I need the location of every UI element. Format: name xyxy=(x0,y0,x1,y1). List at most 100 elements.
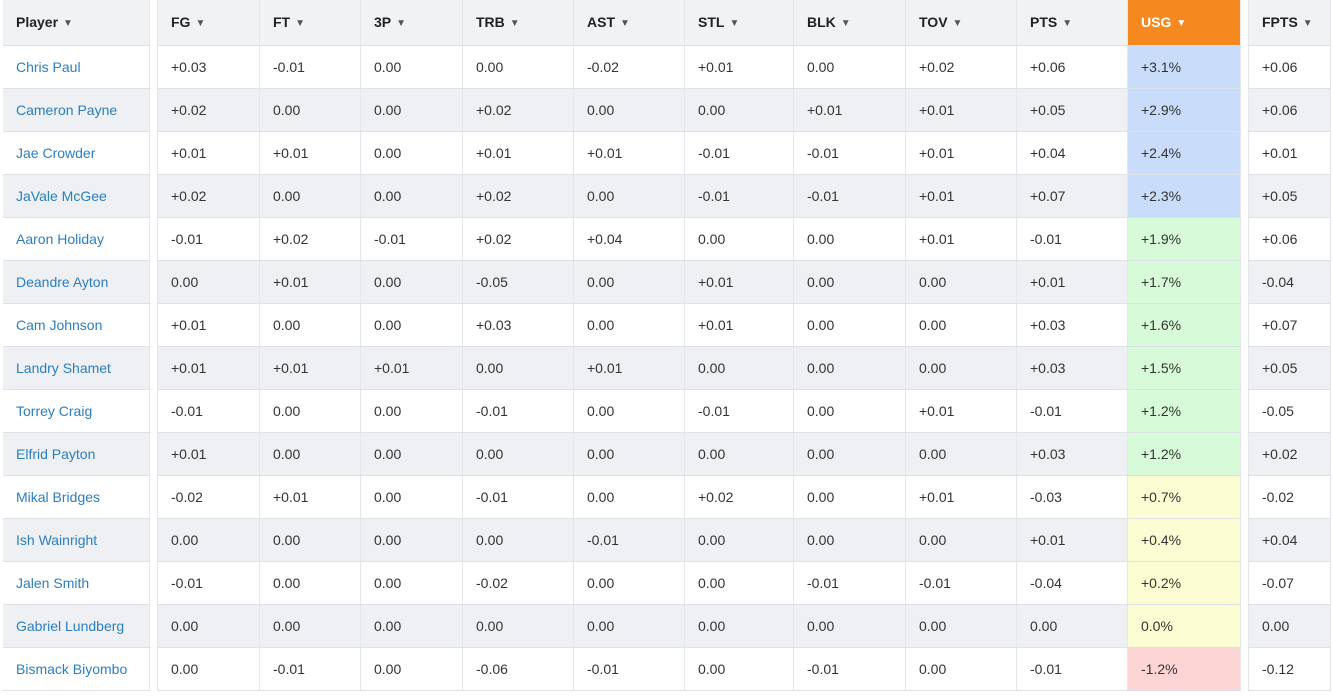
column-header-usg[interactable]: USG ▼ xyxy=(1127,0,1241,46)
column-header-fg[interactable]: FG ▼ xyxy=(157,0,260,46)
blk-cell: 0.00 xyxy=(793,346,906,390)
ft-cell: 0.00 xyxy=(259,174,361,218)
table-row: JaVale McGee xyxy=(3,174,150,218)
pts-cell: +0.01 xyxy=(1016,260,1128,304)
column-header-3p[interactable]: 3P ▼ xyxy=(360,0,463,46)
player-cell: Cam Johnson xyxy=(3,303,150,347)
tov-cell: +0.01 xyxy=(905,131,1017,175)
stl-cell: 0.00 xyxy=(684,518,794,562)
player-name-link[interactable]: Aaron Holiday xyxy=(16,231,104,247)
pts-cell: +0.05 xyxy=(1016,88,1128,132)
ft-cell: -0.01 xyxy=(259,45,361,89)
player-cell: Cameron Payne xyxy=(3,88,150,132)
column-header-tov[interactable]: TOV ▼ xyxy=(905,0,1017,46)
stl-cell: 0.00 xyxy=(684,604,794,648)
stl-cell: -0.01 xyxy=(684,174,794,218)
usg-cell: +1.9% xyxy=(1127,217,1241,261)
column-header-stl[interactable]: STL ▼ xyxy=(684,0,794,46)
usg-cell: 0.0% xyxy=(1127,604,1241,648)
3p-cell: 0.00 xyxy=(360,389,463,433)
table-row: +0.06 xyxy=(1248,88,1331,132)
player-cell: Aaron Holiday xyxy=(3,217,150,261)
blk-cell: 0.00 xyxy=(793,45,906,89)
tov-cell: 0.00 xyxy=(905,346,1017,390)
trb-cell: 0.00 xyxy=(462,45,574,89)
column-header-blk[interactable]: BLK ▼ xyxy=(793,0,906,46)
player-name-link[interactable]: Deandre Ayton xyxy=(16,274,108,290)
table-row: -0.12 xyxy=(1248,647,1331,691)
tov-cell: +0.01 xyxy=(905,88,1017,132)
ft-cell: 0.00 xyxy=(259,88,361,132)
player-name-link[interactable]: Landry Shamet xyxy=(16,360,111,376)
chevron-down-icon: ▼ xyxy=(295,18,306,30)
column-header-player[interactable]: Player ▼ xyxy=(3,0,150,46)
tov-cell: 0.00 xyxy=(905,518,1017,562)
fpts-cell: +0.02 xyxy=(1248,432,1331,476)
ft-cell: +0.02 xyxy=(259,217,361,261)
table-row: +0.06 xyxy=(1248,45,1331,89)
column-header-label: AST xyxy=(587,14,615,31)
player-name-link[interactable]: JaVale McGee xyxy=(16,188,107,204)
trb-cell: 0.00 xyxy=(462,346,574,390)
column-header-label: FT xyxy=(273,14,291,31)
player-name-link[interactable]: Torrey Craig xyxy=(16,403,92,419)
column-header-pts[interactable]: PTS ▼ xyxy=(1016,0,1128,46)
ast-cell: 0.00 xyxy=(573,303,685,347)
trb-cell: -0.02 xyxy=(462,561,574,605)
chevron-down-icon: ▼ xyxy=(396,18,407,30)
player-name-link[interactable]: Jalen Smith xyxy=(16,575,89,591)
usg-cell: +1.7% xyxy=(1127,260,1241,304)
blk-cell: 0.00 xyxy=(793,432,906,476)
player-name-link[interactable]: Cam Johnson xyxy=(16,317,102,333)
player-name-link[interactable]: Gabriel Lundberg xyxy=(16,618,124,634)
stl-cell: +0.01 xyxy=(684,260,794,304)
table-row: Gabriel Lundberg xyxy=(3,604,150,648)
3p-cell: 0.00 xyxy=(360,131,463,175)
player-name-link[interactable]: Mikal Bridges xyxy=(16,489,100,505)
ast-cell: 0.00 xyxy=(573,432,685,476)
pts-cell: +0.03 xyxy=(1016,432,1128,476)
column-header-fpts[interactable]: FPTS ▼ xyxy=(1248,0,1331,46)
column-header-trb[interactable]: TRB ▼ xyxy=(462,0,574,46)
ft-cell: 0.00 xyxy=(259,389,361,433)
player-cell: JaVale McGee xyxy=(3,174,150,218)
player-name-link[interactable]: Bismack Biyombo xyxy=(16,661,127,677)
tov-cell: +0.01 xyxy=(905,475,1017,519)
column-header-ft[interactable]: FT ▼ xyxy=(259,0,361,46)
tov-cell: 0.00 xyxy=(905,604,1017,648)
table-row: +0.01 xyxy=(1248,131,1331,175)
ast-cell: -0.02 xyxy=(573,45,685,89)
table-row: -0.04 xyxy=(1248,260,1331,304)
player-name-link[interactable]: Ish Wainright xyxy=(16,532,97,548)
ast-cell: 0.00 xyxy=(573,561,685,605)
table-row: +0.01 +0.01 +0.01 0.00 +0.01 0.00 0.00 0.00 +0.0… xyxy=(157,346,1241,390)
table-row: +0.01 +0.01 0.00 +0.01 +0.01 -0.01 -0.01 +0.01 +… xyxy=(157,131,1241,175)
ast-cell: +0.01 xyxy=(573,346,685,390)
player-cell: Chris Paul xyxy=(3,45,150,89)
pts-cell: +0.03 xyxy=(1016,346,1128,390)
ft-cell: +0.01 xyxy=(259,131,361,175)
player-name-link[interactable]: Elfrid Payton xyxy=(16,446,95,462)
table-row: +0.01 0.00 0.00 0.00 0.00 0.00 0.00 0.00 +0.03 +1… xyxy=(157,432,1241,476)
table-row: Elfrid Payton xyxy=(3,432,150,476)
player-name-link[interactable]: Cameron Payne xyxy=(16,102,117,118)
table-row: +0.05 xyxy=(1248,346,1331,390)
fg-cell: -0.01 xyxy=(157,217,260,261)
table-row: 0.00 -0.01 0.00 -0.06 -0.01 0.00 -0.01 0.00 -0.0… xyxy=(157,647,1241,691)
player-name-link[interactable]: Jae Crowder xyxy=(16,145,95,161)
player-name-link[interactable]: Chris Paul xyxy=(16,59,81,75)
trb-cell: +0.02 xyxy=(462,88,574,132)
tov-cell: -0.01 xyxy=(905,561,1017,605)
trb-cell: +0.03 xyxy=(462,303,574,347)
usg-cell: +1.6% xyxy=(1127,303,1241,347)
player-cell: Mikal Bridges xyxy=(3,475,150,519)
3p-cell: 0.00 xyxy=(360,432,463,476)
column-header-ast[interactable]: AST ▼ xyxy=(573,0,685,46)
table-row: +0.02 0.00 0.00 +0.02 0.00 0.00 +0.01 +0.01 +0.0… xyxy=(157,88,1241,132)
fg-cell: +0.01 xyxy=(157,432,260,476)
pts-cell: +0.07 xyxy=(1016,174,1128,218)
table-row: 0.00 +0.01 0.00 -0.05 0.00 +0.01 0.00 0.00 +0.01… xyxy=(157,260,1241,304)
fg-cell: +0.02 xyxy=(157,88,260,132)
table-row: +0.06 xyxy=(1248,217,1331,261)
stl-cell: 0.00 xyxy=(684,432,794,476)
